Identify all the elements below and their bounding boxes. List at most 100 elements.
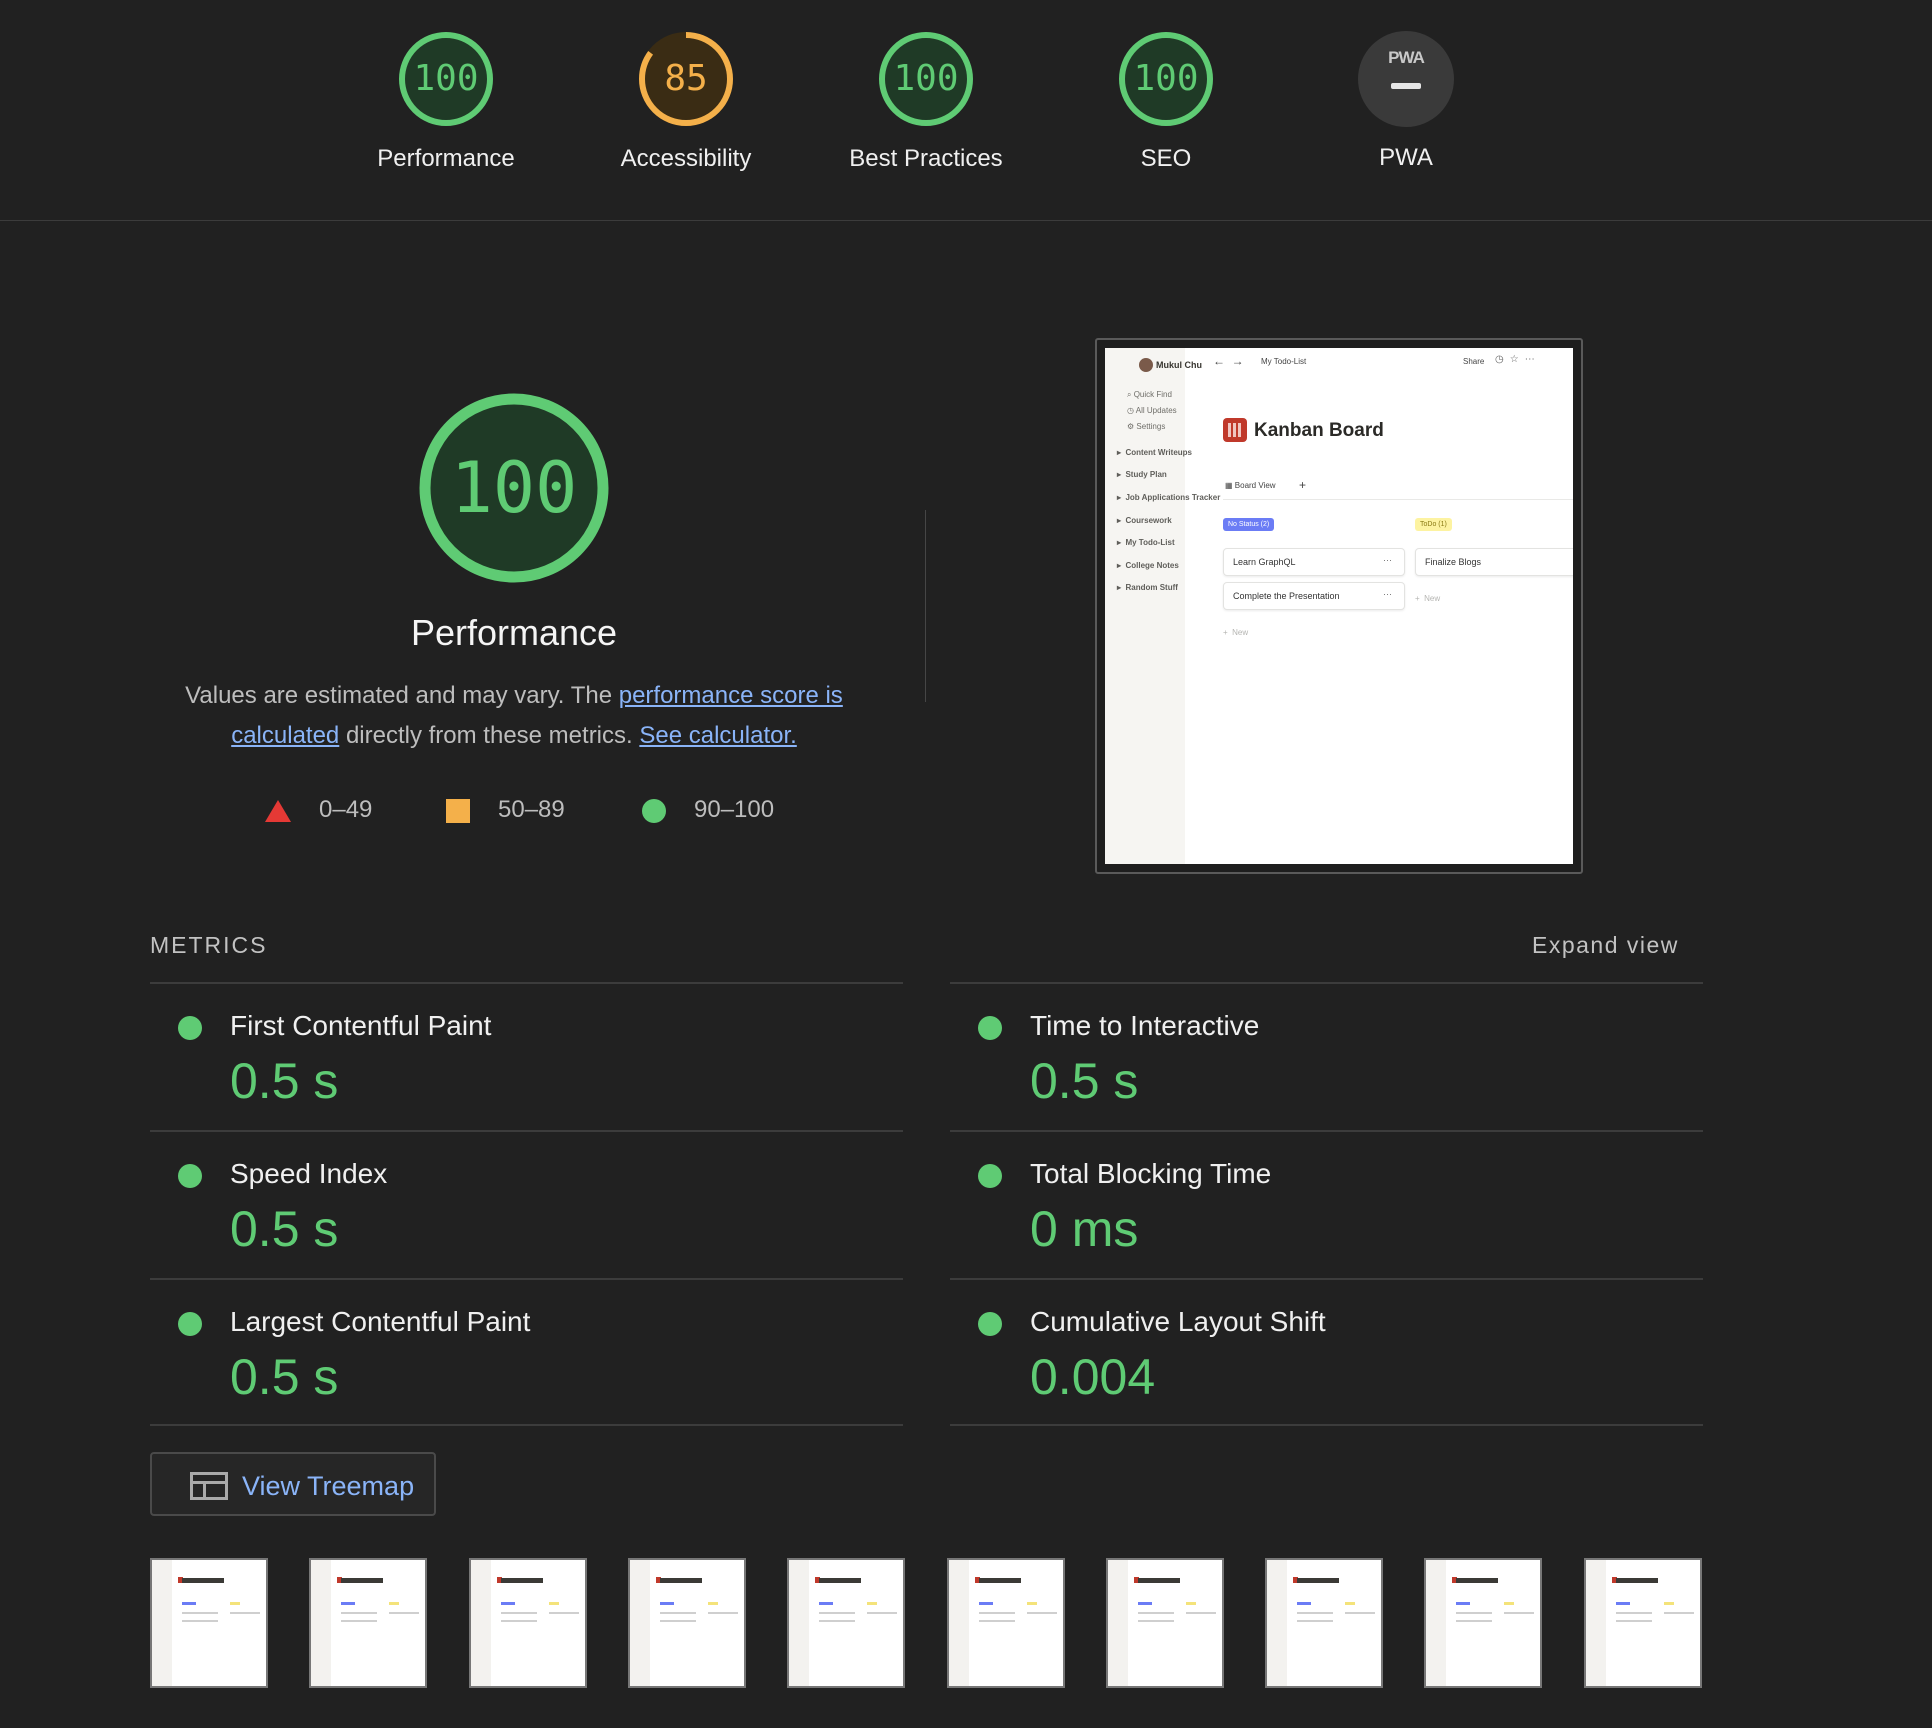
screenshot-tree-item: ▸ Study Plan: [1117, 470, 1167, 479]
gauge-best-practices[interactable]: 100 Best Practices: [826, 30, 1026, 173]
gauge-accessibility[interactable]: 85 Accessibility: [586, 30, 786, 173]
gauge-score: 100: [413, 58, 479, 99]
thumb-title: [1137, 1578, 1180, 1583]
gauge-seo[interactable]: 100 SEO: [1066, 30, 1266, 173]
legend-fail: 0–49: [265, 796, 372, 824]
thumb-title: [978, 1578, 1021, 1583]
thumb-sidebar: [1426, 1560, 1447, 1686]
thumb-line: [1297, 1620, 1334, 1622]
gauge-label: PWA: [1379, 144, 1433, 171]
thumb-tag: [819, 1602, 834, 1605]
gauge-pwa[interactable]: PWA PWA: [1306, 30, 1506, 172]
thumb-sidebar: [629, 1560, 650, 1686]
screenshot-sidebar-item: ⚙ Settings: [1127, 422, 1166, 431]
thumb-line: [659, 1620, 696, 1622]
calendar-icon: [1223, 418, 1247, 442]
screenshot-card: Learn GraphQL ⋯: [1223, 548, 1405, 576]
thumb-line: [341, 1612, 378, 1614]
metric-value: 0.5 s: [1030, 1053, 1139, 1109]
metric-time-to-interactive: Time to Interactive 0.5 s: [950, 982, 1703, 1130]
thumb-title: [1615, 1578, 1658, 1583]
thumb-line: [1297, 1612, 1334, 1614]
metrics-bottom-border: [150, 1424, 903, 1426]
thumb-tag: [1504, 1602, 1515, 1605]
thumb-line: [182, 1620, 218, 1622]
screenshot-divider: [1223, 499, 1573, 500]
thumb-sidebar: [152, 1560, 172, 1686]
gauge-label: Accessibility: [620, 145, 752, 172]
filmstrip-frame: [627, 1558, 746, 1688]
gauge-score: 100: [893, 58, 959, 99]
thumb-tag: [1137, 1602, 1152, 1605]
thumb-line: [341, 1620, 378, 1622]
thumb-sidebar: [1267, 1560, 1288, 1686]
metric-name: Time to Interactive: [1030, 1010, 1260, 1041]
view-treemap-button[interactable]: View Treemap: [150, 1452, 436, 1516]
legend-range: 50–89: [498, 796, 565, 823]
gauge-performance[interactable]: 100 Performance: [346, 30, 546, 173]
treemap-icon: [190, 1472, 228, 1500]
thumb-tag: [707, 1602, 718, 1605]
thumb-title: [1456, 1578, 1499, 1583]
screenshot-tree-item: ▸ College Notes: [1117, 561, 1179, 570]
thumb-line: [500, 1620, 537, 1622]
thumb-sidebar: [470, 1560, 491, 1686]
desc-text: directly from these metrics.: [339, 722, 640, 749]
thumb-tag: [500, 1602, 515, 1605]
pass-dot-icon: [978, 1312, 1002, 1336]
thumb-line: [819, 1620, 856, 1622]
screenshot-column-tag: ToDo (1): [1415, 518, 1452, 531]
pass-dot-icon: [178, 1164, 202, 1188]
metric-first-contentful-paint: First Contentful Paint 0.5 s: [150, 982, 903, 1130]
thumb-tag: [1615, 1602, 1630, 1605]
thumb-title: [819, 1578, 862, 1583]
thumb-title: [500, 1578, 543, 1583]
thumb-sidebar: [1107, 1560, 1128, 1686]
thumb-sidebar: [1585, 1560, 1606, 1686]
see-calculator-link[interactable]: See calculator.: [639, 722, 796, 749]
thumb-line: [978, 1612, 1015, 1614]
thumb-line: [1663, 1612, 1694, 1614]
thumb-tag: [230, 1602, 240, 1605]
thumb-line: [548, 1612, 579, 1614]
expand-view-toggle[interactable]: Expand view: [1532, 932, 1679, 959]
screenshot-new: + New: [1415, 594, 1441, 603]
screenshot-toolbar-icons: ◷☆⋯: [1495, 354, 1541, 365]
thumb-sidebar: [948, 1560, 969, 1686]
desc-text: Values are estimated and may vary. The: [185, 682, 619, 709]
thumb-line: [1456, 1612, 1493, 1614]
gauge-label: SEO: [1140, 145, 1192, 172]
vertical-divider: [925, 510, 926, 702]
screenshot-content: Mukul Chu ⌕ Quick Find ◷ All Updates ⚙ S…: [1105, 348, 1573, 864]
thumb-line: [1615, 1620, 1652, 1622]
metrics-bottom-border: [950, 1424, 1703, 1426]
thumb-line: [1456, 1620, 1493, 1622]
metric-cumulative-layout-shift: Cumulative Layout Shift 0.004: [950, 1278, 1703, 1426]
thumb-line: [867, 1612, 898, 1614]
metric-speed-index: Speed Index 0.5 s: [150, 1130, 903, 1278]
screenshot-user: Mukul Chu: [1156, 360, 1202, 370]
legend-average: 50–89: [446, 796, 565, 824]
filmstrip-frame: [1105, 1558, 1224, 1688]
metric-name: Largest Contentful Paint: [230, 1306, 531, 1337]
filmstrip: [150, 1558, 1703, 1688]
screenshot-breadcrumb: My Todo-List: [1261, 357, 1307, 366]
final-screenshot[interactable]: Mukul Chu ⌕ Quick Find ◷ All Updates ⚙ S…: [1095, 338, 1583, 874]
thumb-title: [659, 1578, 702, 1583]
filmstrip-frame: [1265, 1558, 1384, 1688]
thumb-tag: [341, 1602, 356, 1605]
screenshot-share: Share: [1463, 357, 1485, 366]
metric-value: 0.5 s: [230, 1053, 339, 1109]
square-icon: [446, 798, 470, 823]
view-treemap-label: View Treemap: [242, 1471, 415, 1501]
metric-total-blocking-time: Total Blocking Time 0 ms: [950, 1130, 1703, 1278]
screenshot-card: Finalize Blogs: [1415, 548, 1573, 576]
thumb-line: [978, 1620, 1015, 1622]
pwa-badge-text: PWA: [1388, 48, 1425, 67]
thumb-line: [500, 1612, 537, 1614]
pass-dot-icon: [178, 1312, 202, 1336]
screenshot-tree-item: ▸ Coursework: [1117, 516, 1172, 525]
metric-name: Speed Index: [230, 1158, 388, 1189]
metric-value: 0.004: [1030, 1349, 1156, 1405]
gauge-label: Performance: [377, 145, 515, 172]
